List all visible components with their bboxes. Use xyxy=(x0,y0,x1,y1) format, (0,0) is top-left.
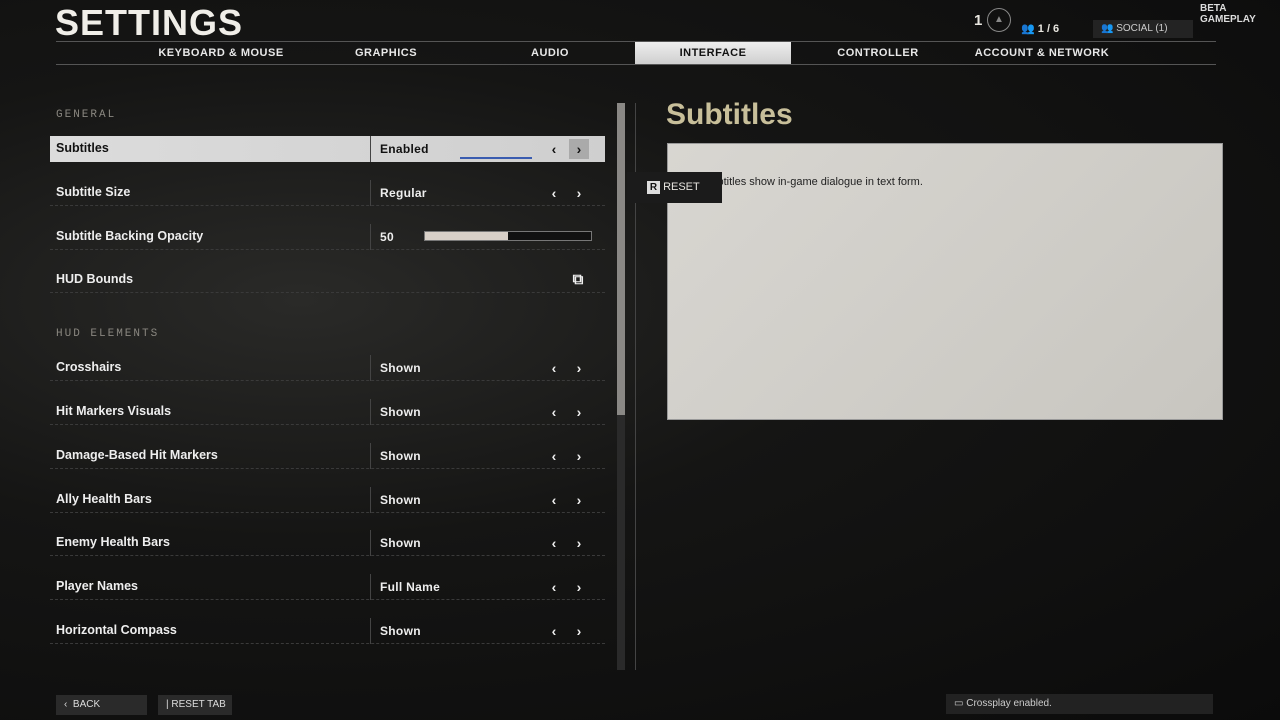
tab-keyboard-mouse[interactable]: KEYBOARD & MOUSE xyxy=(143,42,299,64)
setting-row-crosshairs[interactable]: Crosshairs Shown ‹ › xyxy=(50,355,605,381)
back-button[interactable]: ‹ BACK xyxy=(56,695,147,715)
setting-row-player-names[interactable]: Player Names Full Name ‹ › xyxy=(50,574,605,600)
detail-description: Subtitles show in-game dialogue in text … xyxy=(704,176,923,188)
section-general: GENERAL xyxy=(56,109,117,121)
setting-row-subtitle-backing-opacity[interactable]: Subtitle Backing Opacity 50 xyxy=(50,224,605,250)
opacity-slider[interactable] xyxy=(424,231,592,241)
setting-value: Shown xyxy=(380,405,421,419)
setting-label: Subtitle Size xyxy=(56,185,131,199)
page-title: SETTINGS xyxy=(55,2,244,43)
party-text: 1 / 6 xyxy=(1037,23,1060,35)
setting-value: Full Name xyxy=(380,580,441,594)
chevron-right-icon[interactable]: › xyxy=(569,402,589,422)
chevron-left-icon[interactable]: ‹ xyxy=(544,621,564,641)
setting-label: Enemy Health Bars xyxy=(56,535,170,549)
scrollbar[interactable] xyxy=(617,103,625,670)
divider xyxy=(370,355,371,381)
divider xyxy=(370,136,371,162)
setting-row-hud-bounds[interactable]: HUD Bounds ⧉ xyxy=(50,267,605,293)
setting-row-hit-markers-visuals[interactable]: Hit Markers Visuals Shown ‹ › xyxy=(50,399,605,425)
preview-panel: Subtitles show in-game dialogue in text … xyxy=(667,143,1223,420)
reset-key-icon: R xyxy=(647,181,660,194)
setting-label: Subtitles xyxy=(56,141,109,155)
back-label: BACK xyxy=(72,699,101,710)
setting-row-damage-based-hit-markers[interactable]: Damage-Based Hit Markers Shown ‹ › xyxy=(50,443,605,469)
setting-value: Shown xyxy=(380,449,421,463)
chevron-left-icon[interactable]: ‹ xyxy=(544,577,564,597)
setting-label: Subtitle Backing Opacity xyxy=(56,229,204,243)
rank-icon: ▲ xyxy=(987,8,1011,32)
setting-row-enemy-health-bars[interactable]: Enemy Health Bars Shown ‹ › xyxy=(50,530,605,556)
build-label: BETA GAMEPLAY xyxy=(1200,3,1256,25)
divider xyxy=(370,574,371,600)
setting-value: Regular xyxy=(380,186,427,200)
chevron-left-icon[interactable]: ‹ xyxy=(544,139,564,159)
setting-label: Damage-Based Hit Markers xyxy=(56,448,218,462)
chat-icon: ▭ xyxy=(954,698,964,709)
chevron-left-icon[interactable]: ‹ xyxy=(544,533,564,553)
setting-value: 50 xyxy=(380,230,394,244)
divider xyxy=(370,487,371,513)
setting-label: Crosshairs xyxy=(56,360,122,374)
reset-tab-label: | RESET TAB xyxy=(166,699,226,710)
setting-label: Horizontal Compass xyxy=(56,623,177,637)
crossplay-status: ▭ Crossplay enabled. xyxy=(946,694,1213,714)
tab-bar: KEYBOARD & MOUSE GRAPHICS AUDIO INTERFACE CO… xyxy=(56,41,1216,65)
chevron-right-icon[interactable]: › xyxy=(569,446,589,466)
scrollbar-thumb[interactable] xyxy=(617,103,625,415)
setting-row-subtitles[interactable]: Subtitles Enabled ‹ › xyxy=(50,136,605,162)
player-level: 1 xyxy=(974,12,983,29)
setting-row-ally-health-bars[interactable]: Ally Health Bars Shown ‹ › xyxy=(50,487,605,513)
social-button[interactable]: 👥 SOCIAL (1) xyxy=(1093,20,1193,38)
detail-title: Subtitles xyxy=(666,98,793,131)
chevron-right-icon[interactable]: › xyxy=(569,358,589,378)
setting-label: Player Names xyxy=(56,579,139,593)
tab-controller[interactable]: CONTROLLER xyxy=(800,42,956,64)
setting-label: Ally Health Bars xyxy=(56,492,152,506)
setting-row-horizontal-compass[interactable]: Horizontal Compass Shown ‹ › xyxy=(50,618,605,644)
chevron-left-icon[interactable]: ‹ xyxy=(544,490,564,510)
social-label: SOCIAL (1) xyxy=(1116,23,1168,34)
chevron-left-icon[interactable]: ‹ xyxy=(544,446,564,466)
tab-interface[interactable]: INTERFACE xyxy=(635,42,791,64)
social-icon: 👥 xyxy=(1101,23,1114,34)
tab-graphics[interactable]: GRAPHICS xyxy=(308,42,464,64)
back-icon: ‹ xyxy=(64,699,68,710)
divider xyxy=(370,399,371,425)
setting-value: Shown xyxy=(380,361,421,375)
chevron-left-icon[interactable]: ‹ xyxy=(544,402,564,422)
tab-audio[interactable]: AUDIO xyxy=(472,42,628,64)
external-link-icon[interactable]: ⧉ xyxy=(568,270,588,290)
chevron-right-icon[interactable]: › xyxy=(569,577,589,597)
reset-tab-button[interactable]: | RESET TAB xyxy=(158,695,232,715)
party-icon: 👥 xyxy=(1021,23,1035,35)
party-count[interactable]: 👥 1 / 6 xyxy=(1021,22,1059,35)
setting-label: HUD Bounds xyxy=(56,272,134,286)
setting-value: Shown xyxy=(380,493,421,507)
divider xyxy=(370,618,371,644)
divider xyxy=(370,443,371,469)
divider xyxy=(370,530,371,556)
chevron-right-icon[interactable]: › xyxy=(569,490,589,510)
divider xyxy=(370,224,371,250)
section-hud: HUD ELEMENTS xyxy=(56,328,160,340)
divider xyxy=(370,180,371,206)
tab-account-network[interactable]: ACCOUNT & NETWORK xyxy=(964,42,1120,64)
setting-value: Shown xyxy=(380,536,421,550)
reset-button[interactable]: R RESET xyxy=(627,172,722,203)
chevron-left-icon[interactable]: ‹ xyxy=(544,183,564,203)
setting-label: Hit Markers Visuals xyxy=(56,404,172,418)
setting-row-subtitle-size[interactable]: Subtitle Size Regular ‹ › xyxy=(50,180,605,206)
chevron-right-icon[interactable]: › xyxy=(569,139,589,159)
crossplay-label: Crossplay enabled. xyxy=(966,698,1052,709)
value-indicator xyxy=(460,157,532,159)
chevron-left-icon[interactable]: ‹ xyxy=(544,358,564,378)
setting-value: Shown xyxy=(380,624,421,638)
chevron-right-icon[interactable]: › xyxy=(569,621,589,641)
reset-label: RESET xyxy=(663,181,700,193)
chevron-right-icon[interactable]: › xyxy=(569,183,589,203)
chevron-right-icon[interactable]: › xyxy=(569,533,589,553)
setting-value: Enabled xyxy=(380,142,429,156)
